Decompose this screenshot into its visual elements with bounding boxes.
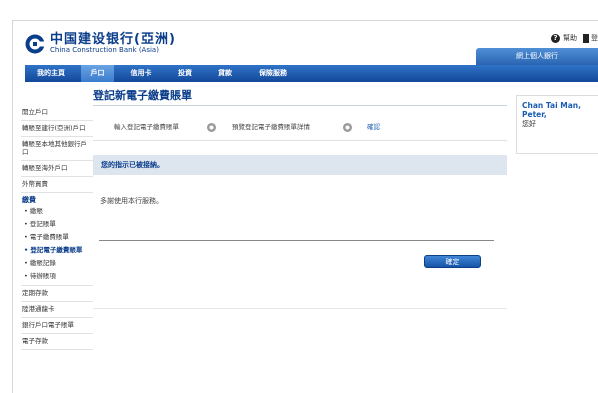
nav-accounts[interactable]: 戶口 — [81, 65, 114, 82]
nav-insurance[interactable]: 保險服務 — [251, 65, 295, 82]
success-notice: 您的指示已被接納。 — [93, 155, 507, 175]
step-confirm: 確認 — [367, 123, 380, 131]
help-link[interactable]: 幫助 — [563, 33, 577, 43]
steps-divider — [93, 140, 507, 141]
progress-steps: 輸入登記電子繳費賬單 預覽登記電子繳費賬單詳情 確認 — [93, 119, 507, 135]
nav-investment[interactable]: 投資 — [171, 65, 199, 82]
logo-chinese-name: 中国建设银行(亞洲) — [50, 32, 176, 47]
user-name: Chan Tai Man, Peter, — [522, 101, 581, 119]
sidebar-sub-pay-bill[interactable]: • 繳賬 — [21, 205, 93, 218]
sidebar-group-title[interactable]: 繳費 — [21, 193, 93, 205]
title-divider — [93, 105, 507, 106]
sidebar-sub-pending[interactable]: • 待辦賬項 — [21, 270, 93, 283]
sidebar-item-estatement[interactable]: 銀行戶口電子賬單 — [21, 318, 93, 334]
step-preview: 預覽登記電子繳費賬單詳情 — [232, 123, 310, 131]
help-icon[interactable]: ? — [551, 33, 560, 43]
nav-home[interactable]: 我的主頁 — [31, 65, 71, 82]
sidebar-item-time-deposit[interactable]: 定期存款 — [21, 286, 93, 302]
content-divider — [99, 240, 494, 241]
bank-logo[interactable]: 中国建设银行(亞洲) China Construction Bank (Asia… — [25, 33, 176, 55]
header-utilities: ? 幫助 登出 — [551, 33, 598, 43]
sidebar-item-open-account[interactable]: 開立戶口 — [21, 105, 93, 121]
logout-icon[interactable] — [583, 33, 589, 43]
sidebar-item-e-deposit[interactable]: 電子存款 — [21, 334, 93, 350]
sidebar-sub-register-ebill[interactable]: • 登記電子繳費賬單 — [21, 244, 93, 257]
sidebar-group-bill-payment: 繳費 • 繳賬 • 登記賬單 • 電子繳費賬單 • 登記電子繳費賬單 • 繳賬記… — [21, 193, 93, 286]
step-arrow-icon — [207, 123, 216, 132]
sidebar-item-transfer-overseas[interactable]: 轉賬至海外戶口 — [21, 161, 93, 177]
step-arrow-icon — [343, 123, 352, 132]
ccb-logo-icon — [25, 34, 45, 54]
sidebar-item-dragon-card[interactable]: 陸港通龍卡 — [21, 302, 93, 318]
content-bottom-divider — [93, 308, 507, 309]
sidebar-item-transfer-ccb[interactable]: 轉賬至建行(亞洲)戶口 — [21, 121, 93, 137]
personal-banking-tab[interactable]: 網上個人銀行 — [476, 48, 598, 65]
logout-link[interactable]: 登出 — [591, 33, 598, 43]
nav-credit-card[interactable]: 信用卡 — [121, 65, 161, 82]
main-nav: 我的主頁 戶口 信用卡 投資 貸款 保險服務 — [25, 65, 598, 82]
account-sidebar: 開立戶口 轉賬至建行(亞洲)戶口 轉賬至本地其他銀行戶口 轉賬至海外戶口 外幣買… — [21, 105, 93, 350]
nav-loans[interactable]: 貸款 — [211, 65, 239, 82]
user-greeting: 您好 — [522, 120, 536, 128]
sidebar-item-transfer-local[interactable]: 轉賬至本地其他銀行戶口 — [21, 137, 93, 161]
page-title: 登記新電子繳費賬單 — [93, 89, 192, 102]
sidebar-sub-register-bill[interactable]: • 登記賬單 — [21, 218, 93, 231]
confirm-button[interactable]: 確定 — [424, 255, 481, 268]
thanks-message: 多謝使用本行服務。 — [100, 197, 163, 205]
logo-english-name: China Construction Bank (Asia) — [50, 46, 159, 54]
sidebar-item-fx[interactable]: 外幣買賣 — [21, 177, 93, 193]
sidebar-sub-ebill[interactable]: • 電子繳費賬單 — [21, 231, 93, 244]
user-greeting-box: Chan Tai Man, Peter, 您好 — [516, 95, 598, 154]
step-input: 輸入登記電子繳費賬單 — [114, 123, 179, 131]
sidebar-sub-payment-history[interactable]: • 繳賬記錄 — [21, 257, 93, 270]
